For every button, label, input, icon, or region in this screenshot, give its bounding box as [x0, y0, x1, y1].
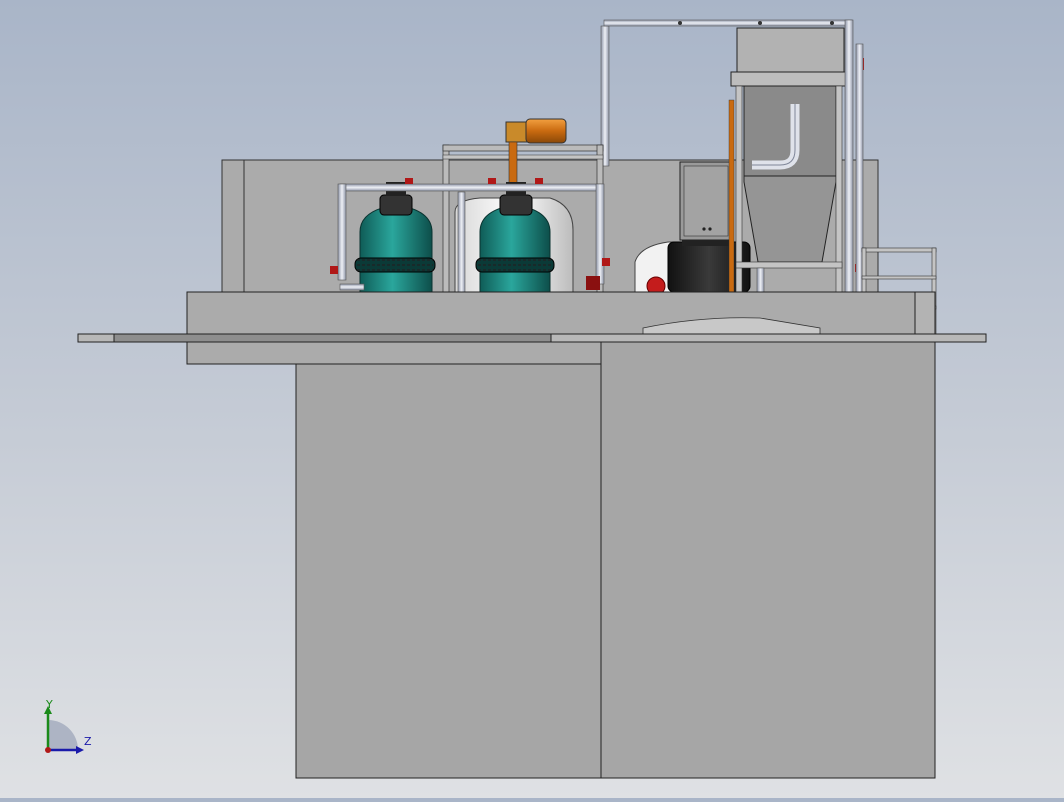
container-body — [295, 341, 936, 779]
control-cabinet — [679, 161, 733, 241]
base-slab — [77, 333, 987, 343]
cad-graphics-viewport[interactable] — [0, 0, 1064, 798]
y-axis-label: Y — [46, 698, 53, 711]
origin-dot-icon — [45, 747, 51, 753]
cad-model-view[interactable] — [0, 0, 1064, 798]
triad-plane-icon — [48, 720, 78, 750]
z-axis-label: Z — [84, 735, 92, 748]
